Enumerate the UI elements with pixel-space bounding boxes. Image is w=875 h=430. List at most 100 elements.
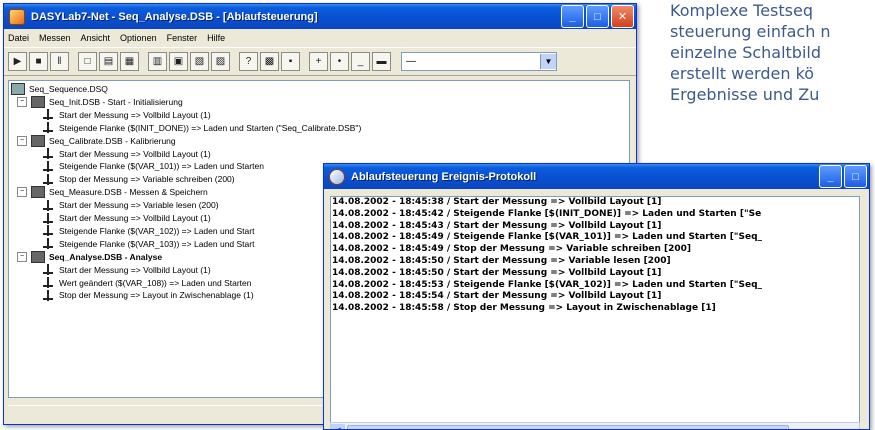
toolbar-button[interactable]: □ — [78, 52, 97, 71]
toolbar-button[interactable]: ■ — [29, 52, 48, 71]
article-line: Ergebnisse und Zu — [670, 85, 820, 104]
event-step-icon — [43, 264, 53, 276]
menu-item[interactable]: Ansicht — [81, 33, 111, 43]
tree-label: Steigende Flanke ($(INIT_DONE)) => Laden… — [59, 122, 362, 133]
toolbar-button[interactable]: ▩ — [260, 52, 279, 71]
tree-group[interactable]: − Seq_Init.DSB - Start - Initialisierung — [17, 95, 183, 108]
protocol-minimize-icon[interactable]: _ — [819, 165, 842, 188]
protocol-maximize-icon[interactable]: □ — [844, 165, 867, 188]
toolbar-button[interactable]: ▤ — [99, 52, 118, 71]
protocol-titlebar[interactable]: Ablaufsteuerung Ereignis-Protokoll _ □ — [324, 164, 869, 189]
menu-item[interactable]: Optionen — [120, 33, 157, 43]
tree-item[interactable]: Steigende Flanke ($(VAR_102)) => Laden u… — [43, 225, 254, 237]
maximize-icon[interactable]: □ — [586, 5, 609, 28]
tree-label: Start der Messung => Vollbild Layout (1) — [59, 109, 211, 120]
tree-item[interactable]: Stop der Messung => Layout in Zwischenab… — [43, 289, 254, 301]
toolbar-button[interactable]: ▬ — [372, 52, 391, 71]
sequence-icon — [31, 95, 45, 108]
article-line: einzelne Schaltbild — [670, 43, 822, 62]
event-log: 14.08.2002 - 18:45:38 / Start der Messun… — [330, 196, 860, 423]
tree-label: Start der Messung => Vollbild Layout (1) — [59, 148, 211, 159]
tree-item[interactable]: Stop der Messung => Variable schreiben (… — [43, 173, 235, 185]
tree-label: Seq_Sequence.DSQ — [29, 84, 108, 94]
toolbar-button[interactable]: ▧ — [190, 52, 209, 71]
horizontal-scrollbar[interactable]: ◀ — [330, 422, 860, 429]
tree-label: Seq_Measure.DSB - Messen & Speichern — [49, 187, 208, 198]
tree-group[interactable]: − Seq_Calibrate.DSB - Kalibrierung — [17, 134, 176, 147]
toolbar-button[interactable]: ? — [239, 52, 258, 71]
event-step-icon — [43, 109, 53, 121]
protocol-window: Ablaufsteuerung Ereignis-Protokoll _ □ 1… — [323, 163, 870, 430]
event-step-icon — [43, 289, 53, 301]
collapse-icon[interactable]: − — [17, 251, 27, 262]
app-icon — [9, 8, 25, 25]
sequence-icon — [31, 186, 45, 199]
tree-label: Stop der Messung => Layout in Zwischenab… — [59, 290, 254, 301]
event-step-icon — [43, 199, 53, 211]
log-line: 14.08.2002 - 18:45:50 / Start der Messun… — [332, 267, 662, 278]
log-line: 14.08.2002 - 18:45:50 / Start der Messun… — [332, 255, 671, 266]
tree-label: Seq_Init.DSB - Start - Initialisierung — [49, 96, 183, 107]
toolbar-button[interactable]: ▨ — [211, 52, 230, 71]
tree-label: Steigende Flanke ($(VAR_102)) => Laden u… — [59, 225, 255, 236]
tree-item[interactable]: Steigende Flanke ($(VAR_101)) => Laden u… — [43, 160, 264, 172]
log-line: 14.08.2002 - 18:45:49 / Stop der Messung… — [332, 244, 692, 255]
tree-label: Steigende Flanke ($(VAR_103)) => Laden u… — [59, 238, 255, 249]
tree-root[interactable]: Seq_Sequence.DSQ — [11, 83, 108, 95]
tree-label: Seq_Calibrate.DSB - Kalibrierung — [49, 135, 176, 146]
log-line: 14.08.2002 - 18:45:58 / Stop der Messung… — [332, 303, 716, 314]
scroll-thumb[interactable] — [347, 425, 789, 429]
event-step-icon — [43, 277, 53, 288]
collapse-icon[interactable]: − — [17, 135, 27, 146]
event-step-icon — [43, 122, 53, 134]
toolbar-button[interactable]: ▥ — [148, 52, 167, 71]
tree-item[interactable]: Steigende Flanke ($(VAR_103)) => Laden u… — [43, 238, 254, 250]
close-icon[interactable]: ✕ — [611, 5, 634, 28]
menubar: Datei Messen Ansicht Optionen Fenster Hilfe — [4, 29, 636, 47]
toolbar-button[interactable]: _ — [351, 52, 370, 71]
toolbar-button[interactable]: ▣ — [169, 52, 188, 71]
toolbar-button[interactable]: + — [309, 52, 328, 71]
tree-label: Start der Messung => Vollbild Layout (1) — [59, 264, 211, 275]
toolbar-button[interactable]: ▪ — [281, 52, 300, 71]
tree-label: Wert geändert ($(VAR_108)) => Laden und … — [59, 277, 252, 288]
article-text: Komplexe Testseq steuerung einfach n einze… — [670, 0, 875, 140]
toolbar-combo[interactable]: — ▼ — [401, 52, 557, 71]
protocol-window-title: Ablaufsteuerung Ereignis-Protokoll — [351, 170, 537, 183]
protocol-app-icon — [329, 168, 345, 185]
menu-item[interactable]: Hilfe — [207, 33, 225, 43]
menu-item[interactable]: Fenster — [167, 33, 198, 43]
chevron-down-icon[interactable]: ▼ — [540, 54, 556, 69]
log-line: 14.08.2002 - 18:45:38 / Start der Messun… — [332, 197, 662, 207]
scroll-left-icon[interactable]: ◀ — [331, 424, 345, 429]
toolbar-button[interactable]: ▶ — [8, 52, 27, 71]
toolbar: ▶ ■ ‖ □ ▤ ▦ ▥ ▣ ▧ ▨? ▩ ▪ + • _ ▬ — ▼ — [4, 47, 636, 76]
tree-label: Steigende Flanke ($(VAR_101)) => Laden u… — [59, 161, 264, 172]
tree-item[interactable]: Steigende Flanke ($(INIT_DONE)) => Laden… — [43, 122, 361, 134]
tree-item[interactable]: Start der Messung => Vollbild Layout (1) — [43, 109, 211, 121]
toolbar-button[interactable]: ‖ — [50, 52, 69, 71]
tree-label: Stop der Messung => Variable schreiben (… — [59, 174, 235, 185]
tree-item[interactable]: Start der Messung => Vollbild Layout (1) — [43, 212, 211, 224]
log-line: 14.08.2002 - 18:45:43 / Start der Messun… — [332, 220, 662, 231]
menu-item[interactable]: Messen — [39, 33, 71, 43]
menu-item[interactable]: Datei — [8, 33, 29, 43]
collapse-icon[interactable]: − — [17, 96, 27, 107]
toolbar-button[interactable]: ▦ — [120, 52, 139, 71]
event-step-icon — [43, 160, 53, 172]
article-line: Komplexe Testseq — [670, 1, 813, 20]
tree-item[interactable]: Start der Messung => Variable lesen (200… — [43, 199, 219, 211]
tree-item[interactable]: Start der Messung => Vollbild Layout (1) — [43, 264, 211, 276]
minimize-icon[interactable]: _ — [561, 5, 584, 28]
log-line: 14.08.2002 - 18:45:49 / Steigende Flanke… — [332, 232, 763, 243]
article-line: steuerung einfach n — [670, 22, 831, 41]
tree-item[interactable]: Start der Messung => Vollbild Layout (1) — [43, 148, 211, 160]
sequence-icon — [31, 250, 45, 263]
collapse-icon[interactable]: − — [17, 187, 27, 198]
tree-group[interactable]: − Seq_Measure.DSB - Messen & Speichern — [17, 186, 208, 199]
main-titlebar[interactable]: DASYLab7-Net - Seq_Analyse.DSB - [Ablauf… — [4, 4, 636, 29]
toolbar-button[interactable]: • — [330, 52, 349, 71]
tree-item[interactable]: Wert geändert ($(VAR_108)) => Laden und … — [43, 277, 251, 289]
tree-group[interactable]: − Seq_Analyse.DSB - Analyse — [17, 250, 162, 263]
log-line: 14.08.2002 - 18:45:42 / Steigende Flanke… — [332, 208, 762, 219]
